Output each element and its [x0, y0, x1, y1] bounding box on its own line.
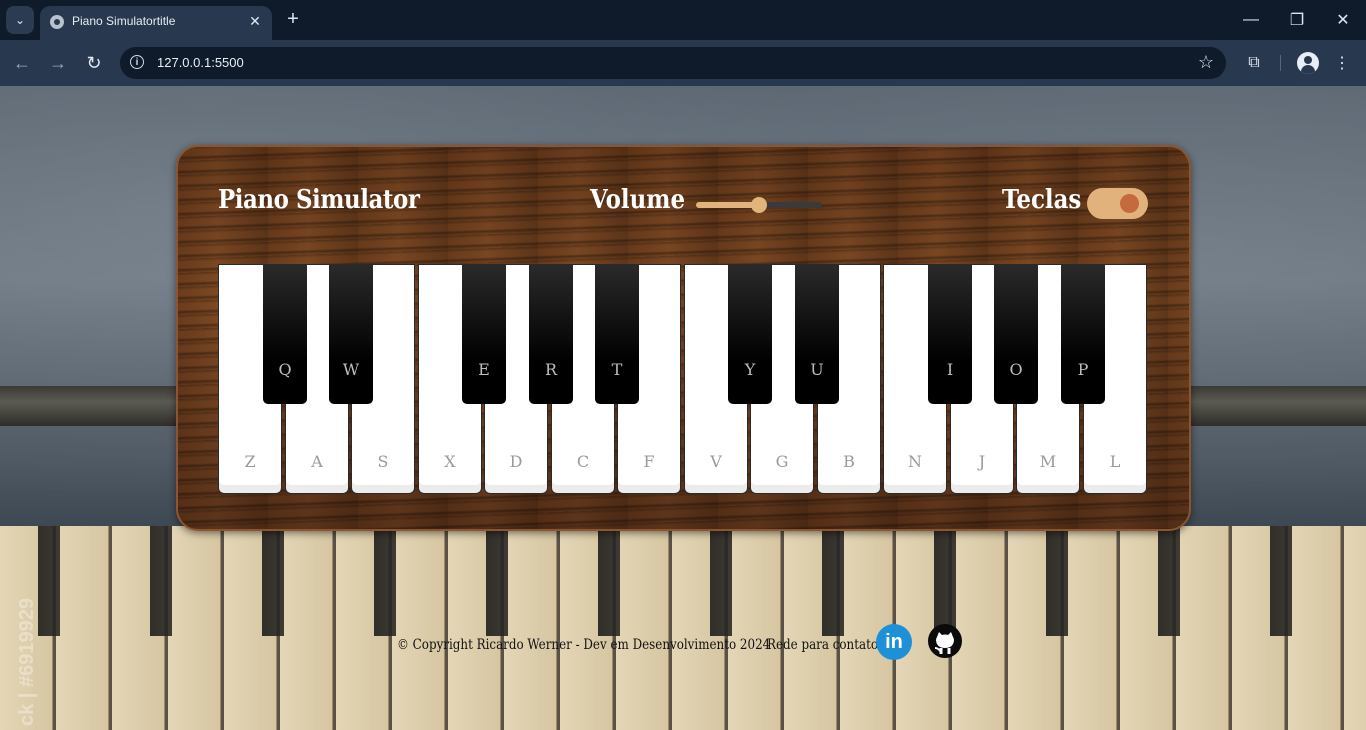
- globe-icon: [50, 15, 64, 29]
- key-label: D: [509, 452, 523, 471]
- background-black-keys: [0, 526, 1366, 636]
- browser-toolbar: ← → ↻ i 127.0.0.1:5500 ☆ ⧉ ⋮: [0, 40, 1366, 86]
- volume-slider-thumb[interactable]: [751, 197, 767, 213]
- key-label: A: [311, 452, 323, 471]
- key-label: X: [444, 452, 456, 471]
- piano-panel: Piano Simulator Volume Teclas Z A S X D C F V G B…: [176, 145, 1191, 531]
- browser-tab[interactable]: Piano Simulatortitle ✕: [40, 6, 272, 40]
- forward-button[interactable]: →: [46, 51, 70, 75]
- black-key-i[interactable]: I: [928, 264, 972, 404]
- page-title: Piano Simulator: [218, 185, 420, 215]
- key-label: S: [377, 452, 389, 471]
- black-key-p[interactable]: P: [1061, 264, 1105, 404]
- key-label: L: [1109, 452, 1121, 471]
- bookmark-star-icon[interactable]: ☆: [1198, 52, 1214, 73]
- extensions-icon[interactable]: ⧉: [1242, 51, 1266, 75]
- site-info-icon[interactable]: i: [130, 55, 144, 69]
- volume-slider-fill: [696, 202, 759, 208]
- black-key-q[interactable]: Q: [263, 264, 307, 404]
- tab-list-dropdown[interactable]: ⌄: [6, 6, 34, 34]
- black-key-r[interactable]: R: [529, 264, 573, 404]
- key-label: M: [1039, 452, 1057, 471]
- key-label: O: [1009, 360, 1023, 379]
- key-label: C: [576, 452, 590, 471]
- key-label: U: [810, 360, 824, 379]
- profile-avatar-icon[interactable]: [1297, 52, 1319, 74]
- url-text[interactable]: 127.0.0.1:5500: [157, 55, 244, 70]
- key-label: V: [710, 452, 722, 471]
- linkedin-icon[interactable]: in: [876, 624, 912, 660]
- black-key-w[interactable]: W: [329, 264, 373, 404]
- keys-toggle-knob[interactable]: [1120, 194, 1139, 213]
- key-label: B: [843, 452, 855, 471]
- black-key-u[interactable]: U: [795, 264, 839, 404]
- back-button[interactable]: ←: [10, 51, 34, 75]
- black-key-o[interactable]: O: [994, 264, 1038, 404]
- address-bar[interactable]: i 127.0.0.1:5500 ☆: [120, 47, 1226, 79]
- key-label: N: [908, 452, 922, 471]
- key-label: F: [643, 452, 655, 471]
- contacts-label: Rede para contatos: [767, 637, 885, 653]
- key-label: R: [544, 360, 558, 379]
- black-key-t[interactable]: T: [595, 264, 639, 404]
- key-label: J: [978, 452, 986, 471]
- menu-kebab-icon[interactable]: ⋮: [1330, 51, 1354, 75]
- key-label: I: [946, 360, 954, 379]
- new-tab-button[interactable]: +: [282, 9, 304, 31]
- tab-title: Piano Simulatortitle: [72, 14, 176, 28]
- key-label: T: [611, 360, 623, 379]
- keys-toggle[interactable]: [1087, 188, 1148, 219]
- close-tab-icon[interactable]: ✕: [246, 12, 264, 30]
- key-label: Z: [244, 452, 256, 471]
- key-label: Y: [744, 360, 756, 379]
- toolbar-divider: [1280, 55, 1281, 71]
- page-viewport: ck | #6919929 Piano Simulator Volume Tec…: [0, 86, 1366, 730]
- volume-slider[interactable]: [696, 197, 822, 213]
- github-icon[interactable]: [928, 624, 962, 658]
- background-watermark: ck | #6919929: [16, 598, 38, 726]
- copyright-text: © Copyright Ricardo Werner - Dev em Dese…: [397, 637, 771, 653]
- key-label: P: [1077, 360, 1089, 379]
- key-label: W: [342, 360, 360, 379]
- browser-tab-bar: ⌄ Piano Simulatortitle ✕ + — ❐ ✕: [0, 0, 1366, 40]
- black-key-e[interactable]: E: [462, 264, 506, 404]
- keys-label: Teclas: [1002, 185, 1082, 215]
- restore-button[interactable]: ❐: [1282, 8, 1312, 32]
- piano-keyboard: Z A S X D C F V G B N J M L Q W E R T Y U I O P: [218, 264, 1150, 494]
- key-label: G: [775, 452, 789, 471]
- key-label: Q: [278, 360, 292, 379]
- volume-label: Volume: [590, 185, 686, 215]
- black-key-y[interactable]: Y: [728, 264, 772, 404]
- close-window-button[interactable]: ✕: [1328, 8, 1358, 32]
- minimize-button[interactable]: —: [1236, 8, 1266, 32]
- reload-button[interactable]: ↻: [82, 51, 106, 75]
- key-label: E: [478, 360, 490, 379]
